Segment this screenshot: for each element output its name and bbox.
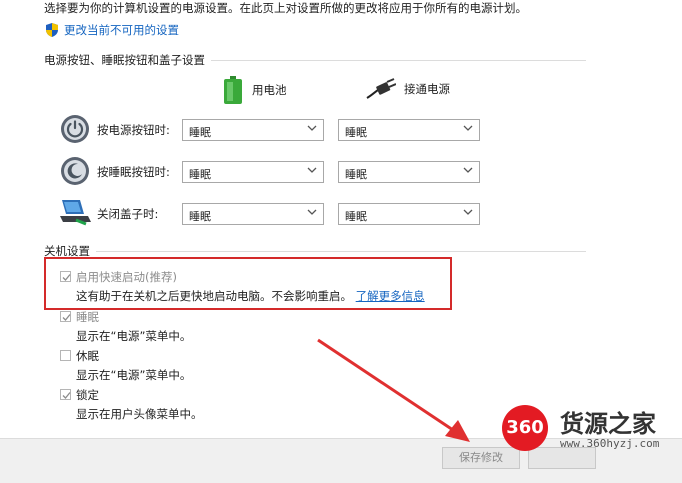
watermark-badge-text: 360 xyxy=(506,417,544,438)
watermark-url: www.360hyzj.com xyxy=(560,437,660,450)
watermark-name: 货源之家 xyxy=(560,409,656,438)
watermark-logo-badge: 360 xyxy=(502,405,548,451)
